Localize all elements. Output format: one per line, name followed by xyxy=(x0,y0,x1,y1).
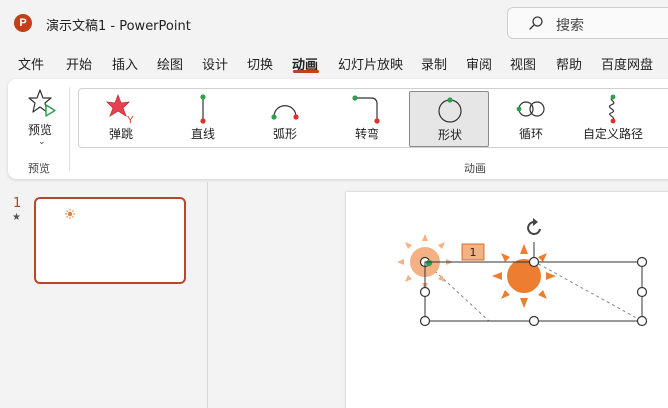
animation-arc[interactable]: 弧形 xyxy=(245,91,325,147)
line-path-icon xyxy=(200,94,206,124)
animation-label: 自定义路径 xyxy=(582,127,643,141)
tab-baidu-netdisk[interactable]: 百度网盘 xyxy=(601,54,653,73)
animation-indicator-icon: ★ xyxy=(12,212,21,223)
path-start-marker xyxy=(425,259,433,267)
search-icon xyxy=(529,16,543,30)
sun-thumbnail-icon xyxy=(65,209,75,219)
slide-number: 1 xyxy=(13,196,22,211)
preview-star-icon xyxy=(28,89,56,117)
shape-path-icon xyxy=(438,97,462,123)
animation-label: 直线 xyxy=(190,127,215,141)
animation-gallery: Y 弹跳 直线 弧形 转弯 形状 循环 自定义路径 xyxy=(78,88,668,148)
rotate-handle-icon[interactable] xyxy=(527,218,541,235)
animation-label: 弧形 xyxy=(272,127,297,141)
active-tab-indicator xyxy=(293,70,319,73)
animation-label: 循环 xyxy=(518,127,543,141)
preview-label: 预览 xyxy=(28,123,53,137)
animation-label: 弹跳 xyxy=(108,127,133,141)
animation-turn[interactable]: 转弯 xyxy=(327,91,407,147)
bounce-icon: Y xyxy=(105,94,134,124)
custom-path-icon xyxy=(608,94,616,124)
animation-group-label: 动画 xyxy=(464,162,486,175)
animation-custom-path[interactable]: 自定义路径 xyxy=(573,91,653,147)
search-placeholder: 搜索 xyxy=(556,18,584,34)
search-input[interactable]: 搜索 xyxy=(507,7,668,39)
pane-splitter[interactable] xyxy=(207,182,208,408)
preview-group-label: 预览 xyxy=(28,162,50,175)
slide-thumbnail[interactable] xyxy=(34,197,186,284)
powerpoint-app-icon[interactable]: P xyxy=(14,14,32,32)
animation-loop[interactable]: 循环 xyxy=(491,91,571,147)
tab-slideshow[interactable]: 幻灯片放映 xyxy=(338,54,403,73)
animation-bounce[interactable]: Y 弹跳 xyxy=(81,91,161,147)
turn-path-icon xyxy=(352,95,380,124)
tab-design[interactable]: 设计 xyxy=(202,54,228,73)
motion-path-overlay: 1 xyxy=(397,218,648,327)
animation-order-number: 1 xyxy=(470,246,477,259)
tab-record[interactable]: 录制 xyxy=(421,54,447,73)
group-divider xyxy=(69,87,70,171)
animation-shape[interactable]: 形状 xyxy=(409,91,489,147)
tab-file[interactable]: 文件 xyxy=(18,54,44,73)
tab-home[interactable]: 开始 xyxy=(66,54,92,73)
sun-end-position xyxy=(492,244,556,308)
arc-path-icon xyxy=(271,105,299,120)
animation-label: 转弯 xyxy=(354,127,379,141)
ribbon-tabs: 文件 开始 插入 绘图 设计 切换 动画 幻灯片放映 录制 审阅 视图 帮助 百… xyxy=(0,48,668,78)
animation-line[interactable]: 直线 xyxy=(163,91,243,147)
preview-button[interactable]: 预览 ⌄ xyxy=(18,83,64,149)
title-bar: P 演示文稿1 - PowerPoint 搜索 xyxy=(0,0,668,46)
window-title: 演示文稿1 - PowerPoint xyxy=(46,19,191,34)
tab-help[interactable]: 帮助 xyxy=(556,54,582,73)
ribbon-panel: 预览 ⌄ 预览 Y 弹跳 直线 弧形 转弯 形状 循环 自定义路径 动画 xyxy=(8,79,668,179)
tab-transitions[interactable]: 切换 xyxy=(247,54,273,73)
tab-draw[interactable]: 绘图 xyxy=(157,54,183,73)
animation-order-tag[interactable]: 1 xyxy=(461,243,485,261)
loop-path-icon xyxy=(516,101,545,117)
tab-review[interactable]: 审阅 xyxy=(466,54,492,73)
svg-text:Y: Y xyxy=(127,115,134,124)
chevron-down-icon: ⌄ xyxy=(38,137,46,147)
tab-view[interactable]: 视图 xyxy=(510,54,536,73)
animation-label: 形状 xyxy=(437,128,462,142)
tab-insert[interactable]: 插入 xyxy=(112,54,138,73)
